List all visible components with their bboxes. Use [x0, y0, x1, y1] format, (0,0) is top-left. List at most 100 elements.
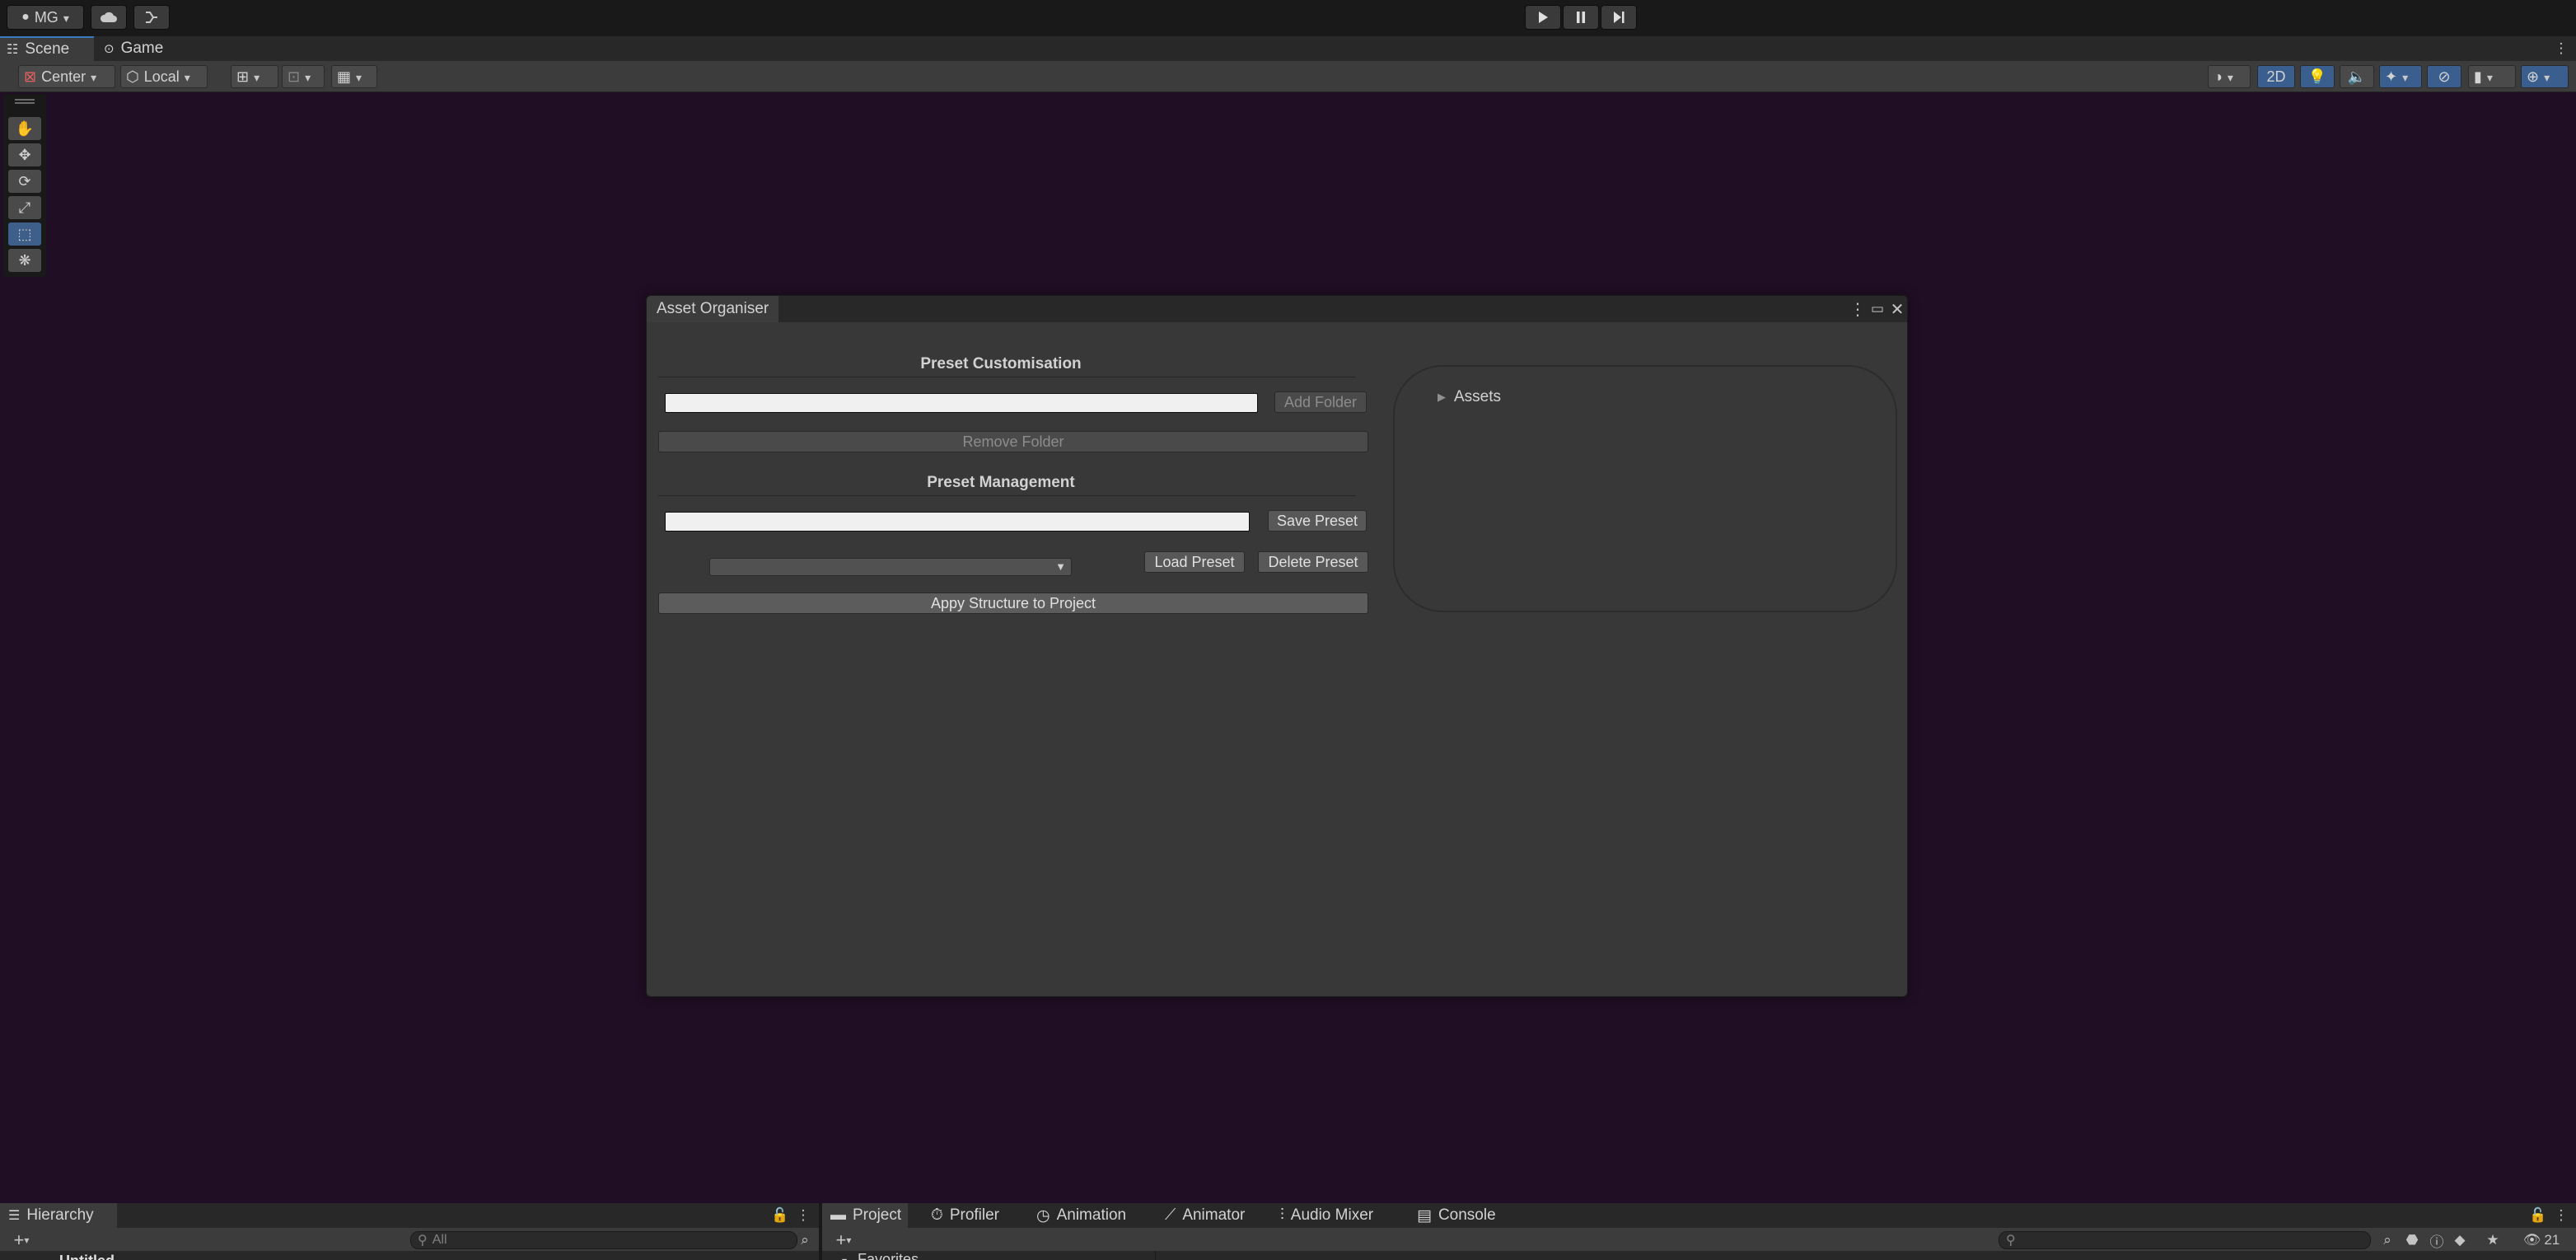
- pivot-mode-dropdown[interactable]: ⊠ Center: [18, 65, 115, 88]
- tree-item-assets[interactable]: ▶ Assets: [1438, 388, 1501, 406]
- window-tab[interactable]: Asset Organiser: [647, 296, 779, 322]
- hierarchy-search-input[interactable]: ⚲ All: [410, 1231, 797, 1249]
- scale-tool[interactable]: ⤢: [8, 196, 41, 219]
- chevron-down-icon: [356, 68, 362, 86]
- folder-name-input[interactable]: [665, 393, 1258, 413]
- pause-button[interactable]: [1563, 5, 1599, 30]
- filter-type-icon[interactable]: ⬣: [2402, 1231, 2422, 1249]
- account-label: MG: [34, 8, 58, 26]
- play-button[interactable]: [1525, 5, 1561, 30]
- save-preset-button[interactable]: Save Preset: [1268, 510, 1367, 532]
- search-options-icon[interactable]: ⌕: [796, 1231, 814, 1249]
- pivot-space-dropdown[interactable]: ⬡ Local: [120, 65, 208, 88]
- grid-snapping-dropdown[interactable]: ⊞: [231, 65, 278, 88]
- chevron-down-icon: [91, 68, 96, 86]
- tab-animation[interactable]: ◷ Animation: [1028, 1203, 1134, 1228]
- expand-arrow-icon[interactable]: ▶: [1438, 391, 1446, 404]
- add-object-button[interactable]: + ▾: [5, 1230, 38, 1250]
- step-icon: [1614, 12, 1625, 23]
- panel-splitter[interactable]: [1155, 1251, 1156, 1260]
- clock-icon: ◷: [1036, 1206, 1050, 1225]
- scale-icon: ⤢: [18, 199, 31, 216]
- create-asset-button[interactable]: + ▾: [827, 1230, 860, 1250]
- visible-count: 21: [2544, 1232, 2560, 1248]
- lightbulb-icon: 💡: [2307, 68, 2327, 85]
- chevron-down-icon: [305, 68, 311, 86]
- pause-icon: [1577, 12, 1585, 23]
- cloud-button[interactable]: [91, 5, 127, 30]
- scene-camera-dropdown[interactable]: ▮: [2468, 65, 2516, 88]
- audio-toggle[interactable]: 🔈: [2340, 65, 2374, 88]
- more-vertical-icon[interactable]: ⋮: [2553, 40, 2569, 58]
- tab-hierarchy[interactable]: ☰ Hierarchy: [0, 1203, 117, 1228]
- search-options-icon[interactable]: ⌕: [2377, 1231, 2397, 1249]
- window-title-bar[interactable]: Asset Organiser ⋮ ▭ ✕: [647, 296, 1907, 322]
- favorites-row[interactable]: ▾ Favorites: [830, 1251, 1160, 1260]
- draw-mode-dropdown[interactable]: ◑: [2208, 65, 2251, 88]
- close-icon[interactable]: ✕: [1887, 299, 1907, 319]
- tab-profiler[interactable]: ⏱ Profiler: [923, 1203, 1007, 1228]
- divider: [658, 495, 1355, 496]
- transform-tool[interactable]: ❋: [8, 249, 41, 272]
- increment-snapping-dropdown[interactable]: ⊡: [282, 65, 325, 88]
- maximize-icon[interactable]: ▭: [1868, 299, 1887, 319]
- speaker-mute-icon: 🔈: [2347, 68, 2367, 85]
- apply-structure-button[interactable]: Appy Structure to Project: [658, 593, 1368, 614]
- add-folder-button[interactable]: Add Folder: [1274, 391, 1367, 413]
- lock-icon[interactable]: 🔓: [771, 1206, 789, 1225]
- load-preset-button[interactable]: Load Preset: [1144, 551, 1245, 573]
- scene-visibility-toggle[interactable]: ⊘: [2427, 65, 2461, 88]
- version-control-button[interactable]: [133, 5, 170, 30]
- cube-icon: ⬡: [126, 68, 139, 85]
- label-tag-icon[interactable]: ◆: [2450, 1231, 2470, 1249]
- tab-game[interactable]: ⊙ Game: [97, 36, 180, 61]
- lighting-toggle[interactable]: 💡: [2300, 65, 2335, 88]
- effects-dropdown[interactable]: ✦: [2379, 65, 2422, 88]
- account-dropdown[interactable]: ● MG: [7, 5, 84, 30]
- console-icon: ▤: [1417, 1206, 1432, 1225]
- tab-project[interactable]: ▬ Project: [822, 1203, 908, 1228]
- gizmos-dropdown[interactable]: ⊕: [2521, 65, 2569, 88]
- hand-tool[interactable]: ✋: [8, 117, 41, 140]
- delete-preset-button[interactable]: Delete Preset: [1258, 551, 1368, 573]
- more-vertical-icon[interactable]: ⋮: [794, 1206, 812, 1225]
- preset-name-input[interactable]: [665, 512, 1250, 532]
- cloud-icon: [100, 12, 117, 22]
- move-icon: ✥: [18, 146, 31, 163]
- plus-icon: +: [835, 1230, 847, 1250]
- preset-select-dropdown[interactable]: ▼: [709, 558, 1072, 576]
- hierarchy-scene-row[interactable]: Untitled: [59, 1253, 115, 1260]
- tab-profiler-label: Profiler: [949, 1206, 1000, 1224]
- project-search-input[interactable]: ⚲: [1999, 1231, 2371, 1249]
- transform-icon: ❋: [18, 251, 31, 269]
- rotate-icon: ⟳: [18, 172, 31, 190]
- rotate-tool[interactable]: ⟳: [8, 170, 41, 193]
- move-tool[interactable]: ✥: [8, 143, 41, 166]
- tab-scene-label: Scene: [25, 40, 70, 58]
- more-vertical-icon[interactable]: ⋮: [2552, 1206, 2570, 1225]
- step-button[interactable]: [1601, 5, 1637, 30]
- more-vertical-icon[interactable]: ⋮: [1848, 299, 1868, 319]
- drag-handle[interactable]: [15, 99, 35, 104]
- globe-icon: ⊕: [2527, 68, 2540, 85]
- info-icon[interactable]: ⓘ: [2427, 1231, 2447, 1250]
- tab-console[interactable]: ▤ Console: [1409, 1203, 1504, 1228]
- tool-palette: ✋ ✥ ⟳ ⤢ ⬚ ❋: [3, 94, 46, 277]
- lock-icon[interactable]: 🔓: [2529, 1206, 2547, 1225]
- pivot-icon: ⊠: [24, 68, 37, 85]
- toggle-2d-label: 2D: [2266, 68, 2286, 85]
- tab-scene[interactable]: ☷ Scene: [0, 36, 94, 61]
- favorites-label: Favorites: [858, 1251, 919, 1260]
- hidden-packages-toggle[interactable]: 👁 21: [2513, 1231, 2570, 1249]
- remove-folder-button[interactable]: Remove Folder: [658, 431, 1368, 452]
- rect-tool[interactable]: ⬚: [8, 222, 41, 246]
- chevron-down-icon: [2544, 68, 2550, 86]
- star-icon[interactable]: ★: [2483, 1231, 2503, 1249]
- tab-animator[interactable]: ⟋ Animator: [1157, 1203, 1253, 1228]
- branch-icon: [146, 12, 157, 23]
- gizmo-grid-dropdown[interactable]: ▦: [331, 65, 377, 88]
- toggle-2d-button[interactable]: 2D: [2257, 65, 2295, 88]
- stopwatch-icon: ⏱: [931, 1206, 943, 1224]
- tab-audio-mixer[interactable]: ⫶ Audio Mixer: [1272, 1203, 1382, 1228]
- chevron-down-icon: [254, 68, 259, 86]
